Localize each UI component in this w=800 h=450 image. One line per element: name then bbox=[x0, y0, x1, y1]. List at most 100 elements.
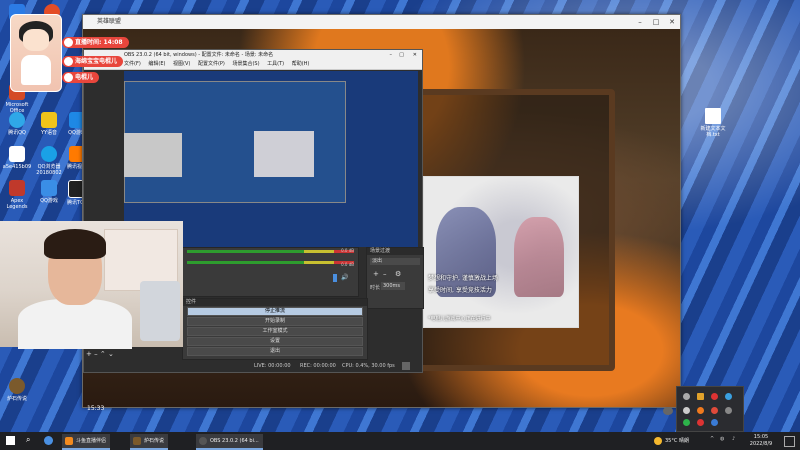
status-indicator-icon bbox=[402, 362, 410, 370]
clock-time: 15:05 bbox=[753, 434, 769, 440]
projector-title: 英雄联盟 bbox=[97, 18, 122, 25]
system-tray-popup[interactable] bbox=[676, 386, 744, 432]
exit-button[interactable]: 退出 bbox=[187, 347, 363, 356]
close-icon[interactable]: ✕ bbox=[664, 15, 680, 29]
preview-nested-card bbox=[254, 131, 314, 177]
tray-chevron-icon[interactable]: ^ bbox=[710, 436, 714, 442]
desktop-icon-a5e[interactable]: a5e415b09 bbox=[2, 146, 32, 170]
gift-icon bbox=[64, 57, 73, 66]
menu-help[interactable]: 帮助(H) bbox=[292, 61, 310, 67]
taskbar-browser-icon[interactable] bbox=[44, 436, 53, 445]
nickname-badge-1: 海绵宝宝电棍儿 bbox=[62, 56, 124, 67]
add-scene-icon[interactable]: + bbox=[86, 350, 92, 358]
move-down-icon[interactable]: ⌄ bbox=[108, 350, 114, 358]
desktop-icon-qqbrowser[interactable]: QQ浏览器 20180802 bbox=[34, 146, 64, 176]
remove-scene-icon[interactable]: – bbox=[94, 350, 98, 358]
search-icon[interactable]: ⌕ bbox=[26, 435, 30, 445]
speaker-icon[interactable]: 🔊 bbox=[341, 274, 348, 281]
add-transition-icon[interactable]: + bbox=[373, 270, 379, 278]
menu-profile[interactable]: 配置文件(P) bbox=[198, 61, 225, 67]
nickname-badge-2: 电棍儿 bbox=[62, 72, 100, 83]
hero-figure-1 bbox=[436, 207, 496, 297]
minimize-icon[interactable]: – bbox=[632, 15, 648, 29]
tray-app-icon-2[interactable] bbox=[711, 393, 718, 400]
transitions-title: 场景过渡 bbox=[367, 248, 423, 255]
status-live: LIVE: 00:00:00 bbox=[254, 363, 291, 369]
weather-text[interactable]: 35°C 晴朗 bbox=[665, 437, 689, 444]
clock-icon bbox=[64, 38, 73, 47]
maximize-icon[interactable]: □ bbox=[648, 15, 664, 29]
obs-titlebar[interactable]: OBS 23.0.2 (64 bit, windows) - 配置文件: 未命名… bbox=[84, 50, 422, 60]
menu-scene-collection[interactable]: 场景集合(S) bbox=[232, 61, 259, 67]
obs-status-bar: LIVE: 00:00:00 REC: 00:00:00 CPU: 0.4%, … bbox=[84, 360, 422, 372]
tray-app-icon-7[interactable] bbox=[697, 419, 704, 426]
start-recording-button[interactable]: 开始录制 bbox=[187, 317, 363, 326]
taskbar-clock[interactable]: 15:05 2022/8/9 bbox=[746, 434, 776, 448]
promo-line-1: 梦想和守护, 谨慎激战上场 bbox=[428, 275, 498, 282]
webcam-feed bbox=[0, 221, 183, 349]
streamer-avatar bbox=[10, 14, 62, 92]
desktop-icon-textfile[interactable]: 新建文本文档.txt bbox=[698, 108, 728, 138]
settings-gear-icon[interactable] bbox=[663, 407, 673, 415]
taskbar-app-douyu[interactable]: 斗鱼直播伴侣 bbox=[62, 434, 111, 450]
live-time-badge: 直播时间: 14:08 bbox=[62, 37, 129, 48]
tray-app-icon-5[interactable] bbox=[711, 407, 718, 414]
obs-minimize-icon[interactable]: – bbox=[390, 50, 393, 60]
scene-toolbar: + – ⌃ ⌄ bbox=[86, 350, 114, 358]
tray-mic-icon[interactable] bbox=[683, 407, 690, 414]
menu-file[interactable]: 文件(F) bbox=[124, 61, 141, 67]
menu-view[interactable]: 视图(V) bbox=[173, 61, 190, 67]
transition-settings-icon[interactable]: ⚙ bbox=[395, 270, 401, 278]
obs-maximize-icon[interactable]: □ bbox=[399, 50, 404, 60]
obs-close-icon[interactable]: ✕ bbox=[413, 50, 417, 60]
volume-slider-handle[interactable] bbox=[333, 274, 337, 282]
desktop-icon-qq[interactable]: 腾讯QQ bbox=[2, 112, 32, 136]
status-cpu: CPU: 0.4%, 30.00 fps bbox=[342, 363, 395, 369]
controls-dock: 控件 停止推流 开始录制 工作室模式 设置 退出 bbox=[182, 298, 368, 360]
network-icon[interactable]: ◍ bbox=[720, 436, 724, 442]
star-icon bbox=[64, 73, 73, 82]
tray-app-icon-8[interactable] bbox=[711, 419, 718, 426]
duration-input[interactable]: 300ms bbox=[381, 282, 405, 290]
volume-icon[interactable]: ♪ bbox=[732, 436, 735, 442]
taskbar: ⌕ 斗鱼直播伴侣 炉石传说 OBS 23.0.2 (64 bi... 35°C … bbox=[0, 432, 800, 450]
desktop-icon-apex[interactable]: Apex Legends bbox=[2, 180, 32, 210]
promo-line-2: 享受时间, 享受竞技活力 bbox=[428, 287, 492, 294]
mixer-db-2: 0.0 dB bbox=[341, 262, 354, 267]
tray-app-icon-4[interactable] bbox=[697, 407, 704, 414]
obs-title: OBS 23.0.2 (64 bit, windows) - 配置文件: 未命名… bbox=[124, 52, 274, 58]
duration-label: 时长 bbox=[370, 285, 381, 291]
taskbar-app-hearthstone[interactable]: 炉石传说 bbox=[130, 434, 169, 450]
menu-tools[interactable]: 工具(T) bbox=[267, 61, 284, 67]
move-up-icon[interactable]: ⌃ bbox=[100, 350, 106, 358]
transition-select[interactable]: 淡出 bbox=[370, 258, 420, 265]
audio-mixer-dock: 0.0 dB 0.0 dB 🔊 bbox=[182, 247, 359, 297]
obs-menubar: 文件(F) 编辑(E) 视图(V) 配置文件(P) 场景集合(S) 工具(T) … bbox=[84, 60, 422, 70]
notification-icon[interactable] bbox=[784, 436, 795, 447]
preview-nested-webcam bbox=[124, 133, 182, 177]
desktop-icon-hearthstone[interactable]: 炉石传说 bbox=[2, 378, 32, 402]
transitions-dock: 场景过渡 淡出 + – ⚙ 时长 300ms bbox=[366, 247, 424, 309]
menu-edit[interactable]: 编辑(E) bbox=[148, 61, 165, 67]
tray-app-icon-6[interactable] bbox=[725, 407, 732, 414]
remove-transition-icon[interactable]: – bbox=[383, 270, 387, 278]
tray-app-icon-1[interactable] bbox=[697, 393, 704, 400]
studio-mode-button[interactable]: 工作室模式 bbox=[187, 327, 363, 336]
hero-figure-2 bbox=[514, 217, 564, 297]
controls-title: 控件 bbox=[183, 299, 367, 306]
audio-meter-2 bbox=[187, 261, 354, 264]
projector-titlebar[interactable]: 英雄联盟 – □ ✕ bbox=[83, 15, 680, 29]
tray-wechat-icon[interactable] bbox=[683, 419, 690, 426]
weather-icon bbox=[654, 437, 662, 445]
desktop-icon-yy[interactable]: YY语音 bbox=[34, 112, 64, 136]
start-icon[interactable] bbox=[6, 436, 15, 445]
taskbar-app-obs[interactable]: OBS 23.0.2 (64 bi... bbox=[196, 434, 263, 450]
tray-app-icon-3[interactable] bbox=[725, 393, 732, 400]
tray-up-icon[interactable] bbox=[683, 393, 690, 400]
mixer-db-1: 0.0 dB bbox=[341, 248, 354, 253]
desktop-icon-qqgame-2[interactable]: QQ游戏 bbox=[34, 180, 64, 204]
stop-streaming-button[interactable]: 停止推流 bbox=[187, 307, 363, 316]
clock-date: 2022/8/9 bbox=[749, 441, 773, 447]
settings-button[interactable]: 设置 bbox=[187, 337, 363, 346]
projector-clock: 15:33 bbox=[87, 405, 105, 412]
